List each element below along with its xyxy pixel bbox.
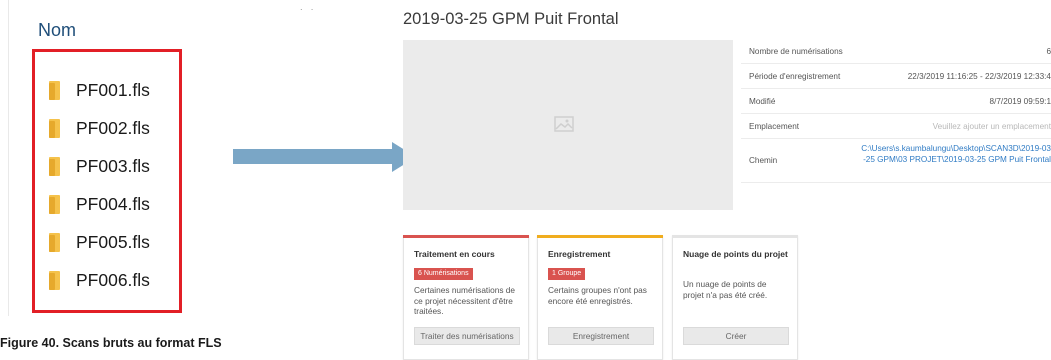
status-badge: 6 Numérisations [414,268,473,280]
process-scans-button[interactable]: Traiter des numérisations [414,327,520,345]
info-label: Nombre de numérisations [749,47,843,56]
card-accent-bar [403,235,529,238]
card-title: Enregistrement [548,249,611,259]
file-name: PF005.fls [76,231,150,252]
path-link[interactable]: C:\Users\s.kaumbalungu\Desktop\SCAN3D\20… [861,144,1051,165]
file-name: PF003.fls [76,155,150,176]
right-arrow-icon [233,149,393,164]
info-label: Modifié [749,97,776,106]
info-label: Emplacement [749,122,800,131]
folder-icon [49,232,60,252]
file-name: PF004.fls [76,193,150,214]
card-point-cloud: Nuage de points du projet Un nuage de po… [672,235,798,360]
folder-icon [49,194,60,214]
location-placeholder[interactable]: Veuillez ajouter un emplacement [933,122,1051,131]
create-button[interactable]: Créer [683,327,789,345]
folder-icon [49,80,60,100]
explorer-divider [8,0,9,316]
card-description: Certaines numérisations de ce projet néc… [414,285,515,316]
file-item[interactable]: PF004.fls [49,192,150,216]
info-value: 6 [1046,47,1051,56]
card-description: Un nuage de points de projet n'a pas été… [683,279,768,300]
file-name: PF002.fls [76,117,150,138]
file-item[interactable]: PF006.fls [49,268,150,292]
file-item[interactable]: PF003.fls [49,154,150,178]
file-item[interactable]: PF005.fls [49,230,150,254]
info-row-modified: Modifié 8/7/2019 09:59:1 [741,89,1051,114]
info-value: 8/7/2019 09:59:1 [989,97,1051,106]
card-accent-bar [672,235,798,238]
card-registration: Enregistrement 1 Groupe Certains groupes… [537,235,663,360]
registration-button[interactable]: Enregistrement [548,327,654,345]
file-item[interactable]: PF002.fls [49,116,150,140]
file-name: PF006.fls [76,269,150,290]
card-title: Nuage de points du projet [683,249,788,259]
card-processing: Traitement en cours 6 Numérisations Cert… [403,235,529,360]
file-item[interactable]: PF001.fls [49,78,150,102]
info-row-period: Période d'enregistrement 22/3/2019 11:16… [741,64,1051,89]
info-label: Période d'enregistrement [749,72,841,81]
info-row-path: Chemin C:\Users\s.kaumbalungu\Desktop\SC… [741,139,1051,183]
card-title: Traitement en cours [414,249,495,259]
project-title: 2019-03-25 GPM Puit Frontal [403,10,619,28]
figure-caption: Figure 40. Scans bruts au format FLS [0,336,222,350]
card-accent-bar [537,235,663,238]
project-info-table: Nombre de numérisations 6 Période d'enre… [741,40,1051,183]
folder-icon [49,118,60,138]
status-badge: 1 Groupe [548,268,586,280]
info-row-location: Emplacement Veuillez ajouter un emplacem… [741,114,1051,139]
info-value: 22/3/2019 11:16:25 - 22/3/2019 12:33:4 [907,72,1051,81]
info-row-scan-count: Nombre de numérisations 6 [741,40,1051,64]
card-description: Certains groupes n'ont pas encore été en… [548,285,647,306]
file-name: PF001.fls [76,79,150,100]
window-dots: ˙ ˙ [300,8,317,20]
file-highlight-box: PF001.fls PF002.fls PF003.fls PF004.fls … [32,49,182,313]
info-label: Chemin [749,156,778,165]
folder-icon [49,156,60,176]
column-header-nom[interactable]: Nom [38,20,76,41]
image-icon [554,116,574,132]
folder-icon [49,270,60,290]
